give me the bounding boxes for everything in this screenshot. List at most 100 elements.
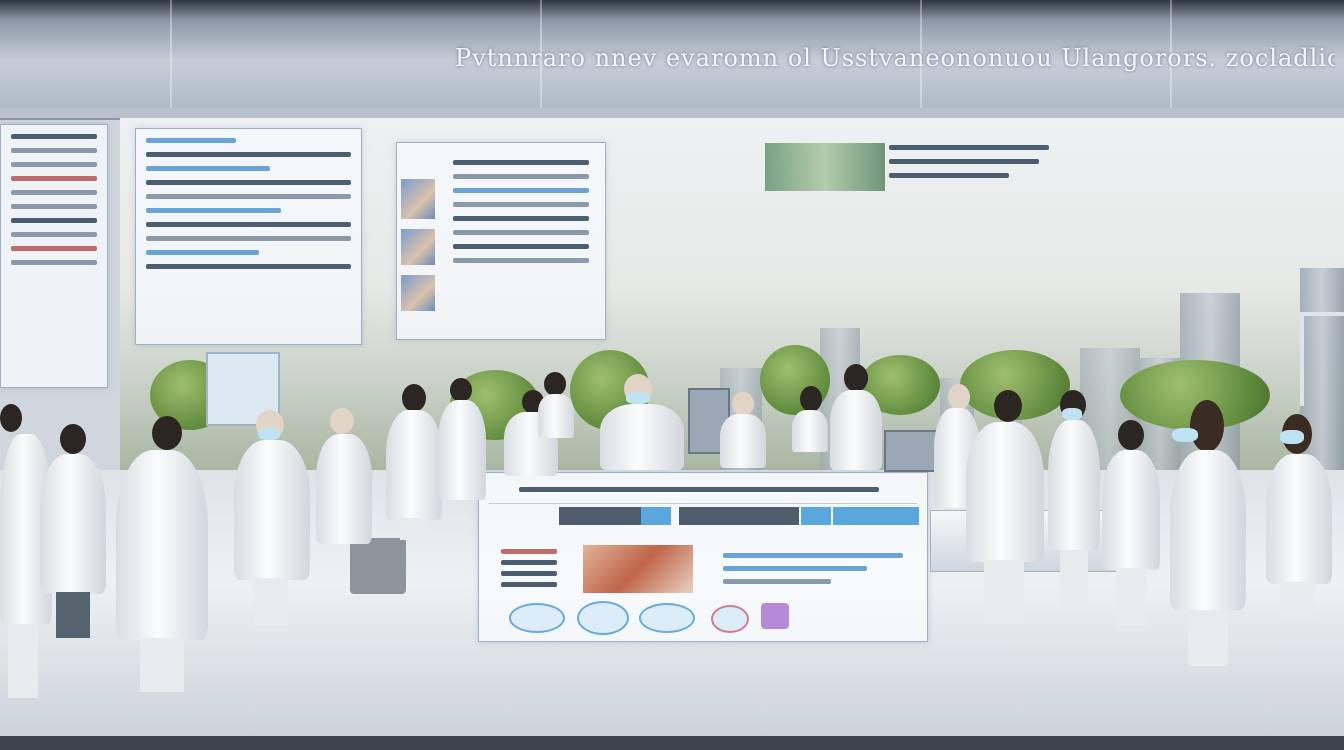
- researcher: [112, 416, 212, 696]
- researcher: [1262, 414, 1336, 624]
- head: [402, 384, 426, 412]
- device-icon[interactable]: [761, 603, 789, 629]
- ceiling-rib: [170, 0, 172, 112]
- text-line: [11, 232, 97, 237]
- frame-bottom: [0, 736, 1344, 750]
- legs: [254, 578, 288, 626]
- monitor: [884, 430, 938, 472]
- head: [732, 392, 754, 416]
- shelf-unit: [1300, 312, 1344, 406]
- legs: [56, 592, 90, 638]
- legs: [984, 560, 1024, 624]
- text-line: [453, 160, 589, 165]
- head: [844, 364, 868, 392]
- researcher: [790, 386, 830, 456]
- head: [152, 416, 182, 450]
- researcher: [826, 364, 886, 474]
- text-line: [723, 579, 831, 584]
- lab-coat: [538, 394, 574, 438]
- display-header: [489, 481, 917, 504]
- head: [60, 424, 86, 454]
- researcher: [1046, 390, 1102, 620]
- capsule-icon[interactable]: [509, 603, 565, 633]
- text-line: [146, 180, 351, 185]
- text-line: [146, 236, 351, 241]
- text-line: [146, 264, 351, 269]
- text-line: [11, 148, 97, 153]
- head: [544, 372, 566, 396]
- floating-sign: [765, 143, 1055, 193]
- head: [1118, 420, 1144, 450]
- legs: [1116, 568, 1146, 626]
- text-line: [11, 162, 97, 167]
- text-line: [453, 244, 589, 249]
- text-line: [11, 260, 97, 265]
- text-line: [453, 216, 589, 221]
- center-display: [478, 472, 928, 642]
- text-line: [501, 560, 557, 565]
- display-text-block: [723, 553, 903, 589]
- text-line: [11, 246, 97, 251]
- face-mask: [1172, 428, 1198, 442]
- text-line: [501, 549, 557, 554]
- info-panel-list: [135, 128, 362, 345]
- text-line: [11, 204, 97, 209]
- lab-coat: [720, 414, 766, 468]
- lab-coat: [792, 410, 828, 452]
- display-tab: [641, 507, 671, 525]
- lab-coat: [1266, 454, 1332, 584]
- researcher: [536, 372, 576, 442]
- legs: [8, 624, 38, 698]
- lab-coat: [40, 454, 106, 594]
- text-line: [453, 188, 589, 193]
- researcher: [1100, 420, 1162, 630]
- lab-scene: Pvtnnraro nnev evaromn ol Usstvaneononuo…: [0, 0, 1344, 750]
- lab-coat: [1102, 450, 1160, 570]
- text-line: [146, 138, 236, 143]
- text-line: [519, 487, 879, 492]
- researcher: [232, 410, 312, 630]
- face-mask: [258, 428, 280, 440]
- lab-coat: [1048, 420, 1100, 550]
- lab-coat: [600, 404, 684, 470]
- head: [1190, 400, 1224, 452]
- text-line: [501, 582, 557, 587]
- display-tab: [833, 507, 919, 525]
- sign-image: [765, 143, 885, 191]
- capsule-icon[interactable]: [577, 601, 629, 635]
- banner-text: Pvtnnraro nnev evaromn ol Usstvaneononuo…: [455, 44, 1335, 72]
- capsule-icon[interactable]: [711, 605, 749, 633]
- text-line: [889, 159, 1039, 164]
- text-line: [11, 134, 97, 139]
- researcher: [1166, 400, 1250, 670]
- face-mask: [1280, 430, 1304, 444]
- display-bars: [501, 549, 557, 589]
- display-tab: [559, 507, 649, 525]
- thumbnail-image: [401, 229, 435, 265]
- text-line: [11, 218, 97, 223]
- researcher: [436, 378, 488, 528]
- head: [800, 386, 822, 412]
- info-panel-document: [396, 142, 606, 340]
- lab-coat: [438, 400, 486, 500]
- text-line: [146, 250, 259, 255]
- display-tab: [679, 507, 799, 525]
- capsule-icon[interactable]: [639, 603, 695, 633]
- text-line: [889, 173, 1009, 178]
- head: [0, 404, 22, 432]
- researcher: [596, 374, 686, 474]
- text-line: [146, 208, 281, 213]
- text-line: [146, 166, 270, 171]
- legs: [400, 518, 428, 540]
- text-line: [453, 202, 589, 207]
- text-line: [723, 553, 903, 558]
- head: [994, 390, 1022, 422]
- legs: [140, 638, 184, 692]
- lab-coat: [116, 450, 208, 640]
- face-mask: [1062, 408, 1082, 420]
- lab-coat: [1170, 450, 1246, 610]
- text-line: [723, 566, 867, 571]
- text-line: [453, 174, 589, 179]
- lab-coat: [830, 390, 882, 470]
- head: [450, 378, 472, 402]
